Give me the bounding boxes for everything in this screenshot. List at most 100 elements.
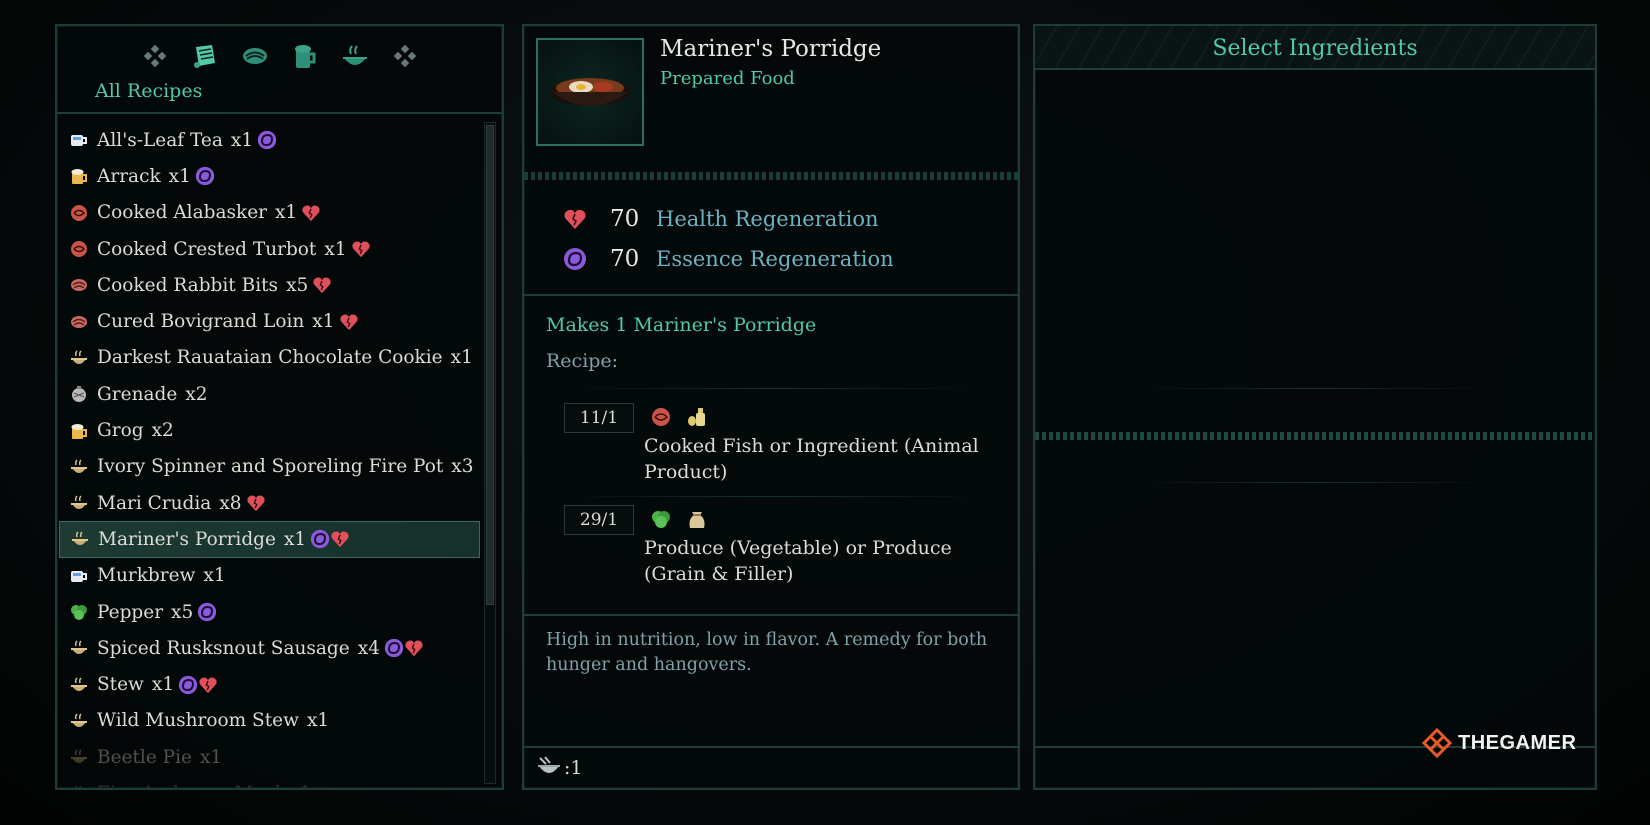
recipe-list: All's-Leaf Tea x1 Arrack x1 Cooked Alabasker… [59,122,480,788]
recipe-item[interactable]: Ivory Spinner and Sporeling Fire Pot x3 [59,449,480,485]
bowl-icon [69,638,89,658]
recipe-quantity: x1 [306,710,330,732]
recipe-item[interactable]: Darkest Rauataian Chocolate Cookie x1 [59,340,480,376]
recipe-item[interactable]: Pepper x5 [59,594,480,630]
fish-icon [650,406,672,432]
fish-icon [69,203,89,223]
divider [524,172,1018,180]
recipe-quantity: x1 [151,674,175,696]
grain-sack-icon [686,508,708,534]
ingredient-count: 11/1 [564,403,634,433]
recipe-item[interactable]: Mariner's Porridge x1 [59,521,480,558]
stat-label: Health Regeneration [656,207,879,231]
recipe-quantity: x1 [312,311,335,333]
health-regen-stat: 70 Health Regeneration [562,206,879,232]
recipe-item[interactable]: Cured Bovigrand Loin x1 [59,303,480,339]
watermark: THEGAMER [1422,728,1576,758]
divider [1135,388,1495,389]
recipe-scroll-icon[interactable] [189,40,221,72]
recipe-quantity: x3 [451,456,474,478]
bowl-icon [69,493,89,513]
divider [524,614,1018,616]
health-heart-icon [331,531,349,548]
recipe-quantity: x1 [199,746,223,768]
drink-category-icon[interactable] [289,40,321,72]
recipe-name: All's-Leaf Tea [97,129,223,151]
recipe-name: Beetle Pie [97,746,192,768]
recipe-item[interactable]: All's-Leaf Tea x1 [59,122,480,158]
recipe-detail-panel: Mariner's Porridge Prepared Food 70 Heal… [522,24,1020,790]
divider [1135,482,1495,483]
bowl-icon [69,783,89,788]
vegetable-icon [650,508,672,534]
recipe-effect-badges [195,166,215,186]
grenade-icon [69,384,89,404]
recipe-name: Cured Bovigrand Loin [97,311,305,333]
recipe-item[interactable]: Wild Mushroom Stew x1 [59,703,480,739]
food-category-icon[interactable] [339,40,371,72]
recipe-quantity: x1 [168,165,191,187]
recipe-item[interactable]: Beetle Pie x1 [59,739,480,775]
divider [1035,432,1595,440]
ingredient-icons [650,406,708,432]
recipe-item[interactable]: Mari Crudia x8 [59,485,480,521]
fish-icon [69,239,89,259]
meat-category-icon[interactable] [239,40,271,72]
essence-swirl-icon [384,639,404,658]
category-tabs [57,38,502,74]
recipe-item[interactable]: Cooked Rabbit Bits x5 [59,267,480,303]
stat-value: 70 [610,246,640,272]
item-category: Prepared Food [660,68,795,89]
veg-icon [69,602,89,622]
all-category-icon[interactable] [139,40,171,72]
recipe-effect-badges [301,204,321,222]
recipe-name: Grenade [97,383,178,405]
all-recipes-label: All Recipes [95,80,203,102]
stat-label: Essence Regeneration [656,247,894,271]
cook-count: :1 [564,757,583,779]
health-heart-icon [313,277,331,294]
recipe-effect-badges [197,602,217,622]
health-heart-icon [405,640,423,657]
meat-icon [69,275,89,295]
recipe-item[interactable]: Arrack x1 [59,158,480,194]
recipe-name: Arrack [97,165,161,187]
item-title: Mariner's Porridge [660,36,882,62]
cup-icon [69,566,89,586]
cooking-pot-icon [536,754,562,782]
meat-icon [69,312,89,332]
recipe-quantity: x1 [275,202,298,224]
mug-icon [69,421,89,441]
recipe-item[interactable]: Murkbrew x1 [59,558,480,594]
recipe-name: Mari Crudia [97,492,212,514]
scrollbar-thumb[interactable] [486,125,494,605]
makes-text: Makes 1 Mariner's Porridge [546,314,817,336]
recipe-name: Fire-Andorum Meal [97,783,281,788]
recipe-item[interactable]: Grog x2 [59,412,480,448]
recipe-effect-badges [178,675,218,695]
misc-category-icon[interactable] [389,40,421,72]
recipe-item[interactable]: Spiced Rusksnout Sausage x4 [59,630,480,666]
recipe-effect-badges [339,313,359,331]
divider [524,294,1018,296]
recipe-item[interactable]: Cooked Crested Turbot x1 [59,231,480,267]
recipe-item[interactable]: Cooked Alabasker x1 [59,195,480,231]
recipe-effect-badges [310,529,350,549]
recipe-quantity: x1 [230,129,254,151]
recipe-item[interactable]: Fire-Andorum Meal x1 [59,775,480,788]
item-thumbnail [536,38,644,146]
bowl-icon [69,457,89,477]
bowl-icon [69,348,89,368]
recipe-name: Spiced Rusksnout Sausage [97,637,350,659]
recipe-quantity: x1 [283,528,307,550]
recipe-label: Recipe: [546,350,619,372]
recipe-quantity: x5 [286,274,309,296]
mug-icon [69,166,89,186]
recipe-item[interactable]: Grenade x2 [59,376,480,412]
recipe-item[interactable]: Stew x1 [59,666,480,702]
recipe-name: Grog [97,420,144,442]
divider [564,496,984,497]
health-heart-icon [199,677,217,693]
recipe-list-scrollbar[interactable] [484,122,496,784]
recipe-quantity: x1 [203,565,226,587]
